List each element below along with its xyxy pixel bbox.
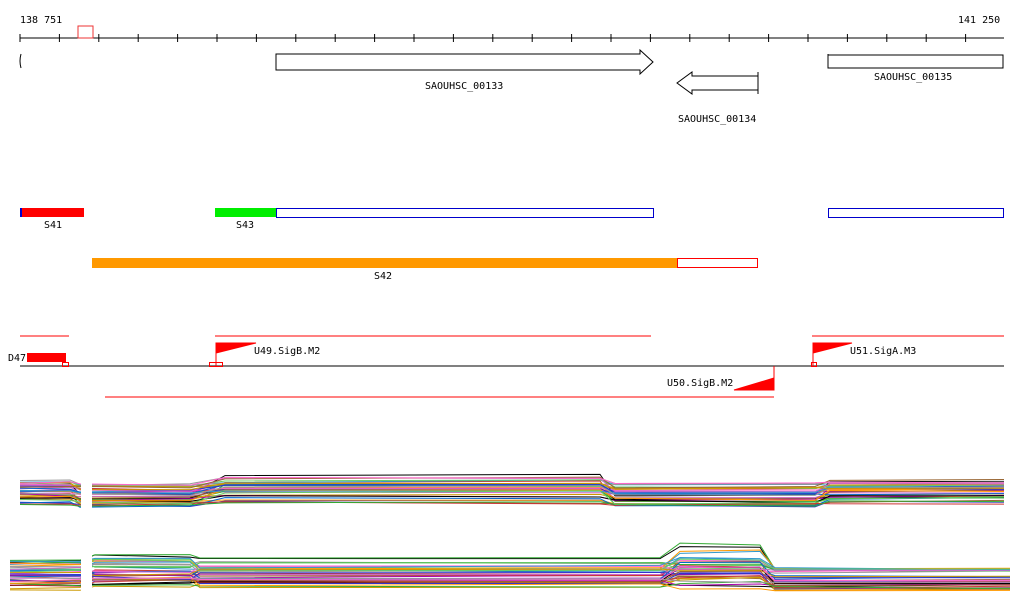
segment-edge (20, 208, 22, 217)
gene-label: SAOUHSC_00135 (874, 72, 952, 83)
segment-label: S41 (44, 220, 62, 231)
viewport-marker[interactable] (77, 25, 94, 39)
track-gap (81, 540, 92, 610)
segment-track: S41 S43 S42 (20, 208, 1004, 282)
segment-s41[interactable] (22, 208, 84, 217)
gene-arrow-00133[interactable] (275, 48, 654, 76)
segment-s42[interactable] (92, 258, 677, 268)
gene-box-00135[interactable] (827, 54, 1004, 69)
gene-arrow-00134[interactable] (676, 71, 758, 95)
gene-track: SAOUHSC_00133 SAOUHSC_00134 SAOUHSC_0013… (19, 48, 1004, 125)
gene-label: SAOUHSC_00134 (678, 114, 756, 125)
ruler-end-label: 141 250 (958, 15, 1000, 26)
ruler-start-label: 138 751 (20, 15, 62, 26)
segment-right-extent[interactable] (828, 208, 1004, 218)
promoter-flag-u50[interactable] (733, 366, 775, 391)
promoter-d47[interactable] (27, 353, 66, 362)
track-gap (81, 455, 92, 525)
promoter-track: D47 U49.SigB.M2 U50.SigB.M2 U51.SigA.M3 (8, 335, 1004, 398)
expression-traces (9, 455, 1011, 610)
promoter-label: U51.SigA.M3 (850, 346, 916, 357)
segment-label: S43 (236, 220, 254, 231)
promoter-label: D47 (8, 353, 26, 364)
gene-label: SAOUHSC_00133 (425, 81, 503, 92)
promoter-label: U49.SigB.M2 (254, 346, 320, 357)
segment-label: S42 (374, 271, 392, 282)
segment-s43-extent[interactable] (276, 208, 654, 218)
genome-browser: 138 751 141 250 SAOUHSC_00133 SAOUHSC_00… (8, 15, 1011, 610)
ruler: 138 751 141 250 (19, 15, 1004, 42)
segment-s43[interactable] (215, 208, 276, 217)
segment-s42-extent[interactable] (677, 258, 758, 268)
promoter-label: U50.SigB.M2 (667, 378, 733, 389)
gene-fragment[interactable] (19, 53, 22, 69)
promoter-flag-u51[interactable] (812, 342, 853, 366)
